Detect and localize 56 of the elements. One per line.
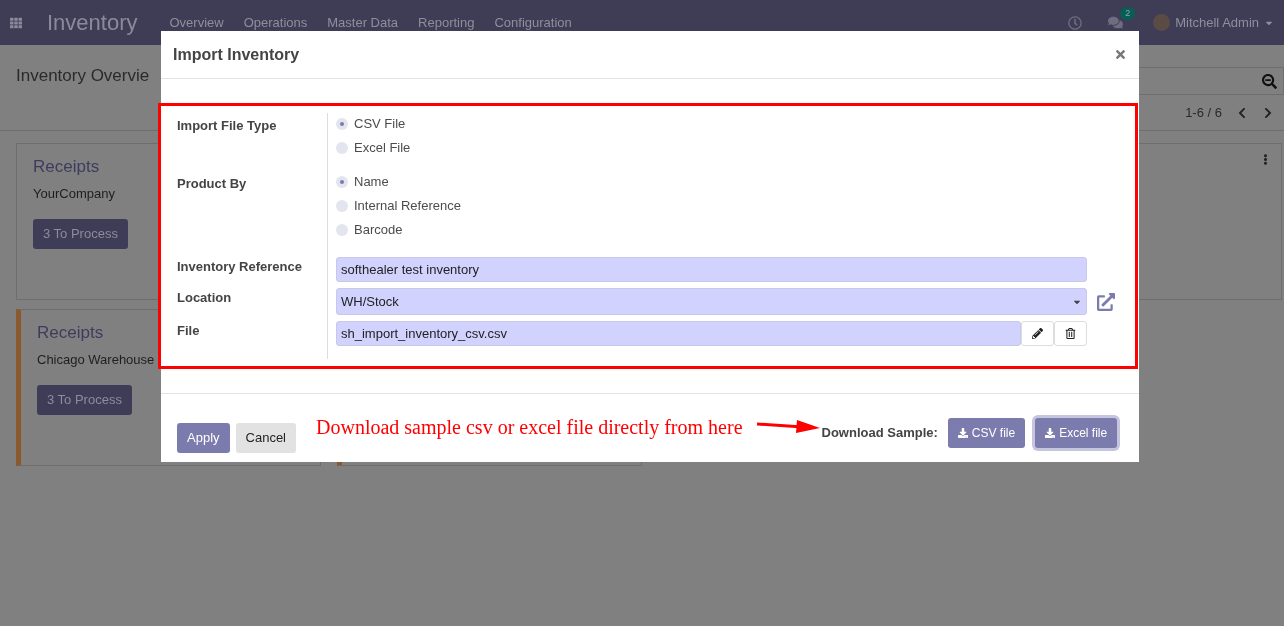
- radio-button[interactable]: [336, 141, 348, 154]
- nav-menu-item[interactable]: Overview: [169, 12, 224, 33]
- field-label: File: [177, 323, 200, 338]
- edit-button[interactable]: [1021, 321, 1054, 346]
- radio-label: Barcode: [354, 220, 403, 239]
- annotation-arrow: [756, 418, 821, 434]
- delete-button[interactable]: [1054, 321, 1087, 346]
- card-title[interactable]: Receipts: [33, 154, 100, 180]
- nav-menu-item[interactable]: Master Data: [327, 12, 399, 33]
- radio-button[interactable]: [336, 175, 348, 188]
- file-field[interactable]: sh_import_inventory_csv.csv: [336, 321, 1021, 346]
- app-name: Inventory: [47, 9, 138, 37]
- select-field[interactable]: WH/Stock: [336, 288, 1087, 315]
- radio-button[interactable]: [336, 199, 348, 212]
- download-button[interactable]: Excel file: [1035, 418, 1118, 448]
- to-process-button[interactable]: 3 To Process: [37, 385, 132, 415]
- nav-menu-item[interactable]: Operations: [243, 12, 308, 33]
- apply-button[interactable]: Apply: [177, 423, 230, 453]
- download-sample-label: Download Sample:: [821, 424, 938, 443]
- radio-button[interactable]: [336, 223, 348, 236]
- close-icon[interactable]: [1114, 48, 1127, 61]
- field-label: Location: [177, 290, 232, 305]
- card-title[interactable]: Receipts: [37, 320, 104, 346]
- annotation-text: Download sample csv or excel file directly from here: [316, 415, 743, 441]
- search-icon[interactable]: [1262, 73, 1277, 89]
- radio-label: Name: [354, 172, 389, 191]
- trash-icon: [1065, 328, 1076, 339]
- cancel-button[interactable]: Cancel: [235, 423, 296, 453]
- field-label: Product By: [177, 176, 247, 191]
- pager: 1-6 / 6: [1185, 104, 1222, 122]
- clock-icon[interactable]: [1068, 15, 1083, 30]
- message-count-badge: 2: [1120, 7, 1136, 20]
- breadcrumb: Inventory Overvie: [16, 65, 150, 88]
- dialog-title: Import Inventory: [173, 44, 300, 65]
- radio-label: CSV File: [354, 114, 406, 133]
- next-page-icon[interactable]: [1262, 106, 1274, 119]
- previous-page-icon[interactable]: [1236, 106, 1248, 119]
- nav-menu-item[interactable]: Reporting: [418, 12, 475, 33]
- nav-menu-item[interactable]: Configuration: [494, 12, 572, 33]
- external-link-icon[interactable]: [1097, 292, 1115, 311]
- card-subtitle: Chicago Warehouse: [37, 350, 155, 369]
- radio-label: Excel File: [354, 138, 411, 157]
- field-label: Import File Type: [177, 118, 277, 133]
- text-field[interactable]: softhealer test inventory: [336, 257, 1087, 282]
- apps-menu-icon[interactable]: [10, 16, 22, 29]
- download-icon: [1045, 428, 1056, 438]
- to-process-button[interactable]: 3 To Process: [33, 219, 128, 249]
- pencil-icon: [1032, 328, 1043, 339]
- download-button[interactable]: CSV file: [947, 418, 1026, 448]
- field-label: Inventory Reference: [177, 259, 302, 274]
- user-menu[interactable]: Mitchell Admin: [1175, 12, 1274, 33]
- radio-button[interactable]: [336, 117, 348, 130]
- radio-label: Internal Reference: [354, 196, 461, 215]
- download-icon: [957, 428, 968, 438]
- card-subtitle: YourCompany: [33, 184, 115, 203]
- chat-icon[interactable]: [1108, 15, 1124, 30]
